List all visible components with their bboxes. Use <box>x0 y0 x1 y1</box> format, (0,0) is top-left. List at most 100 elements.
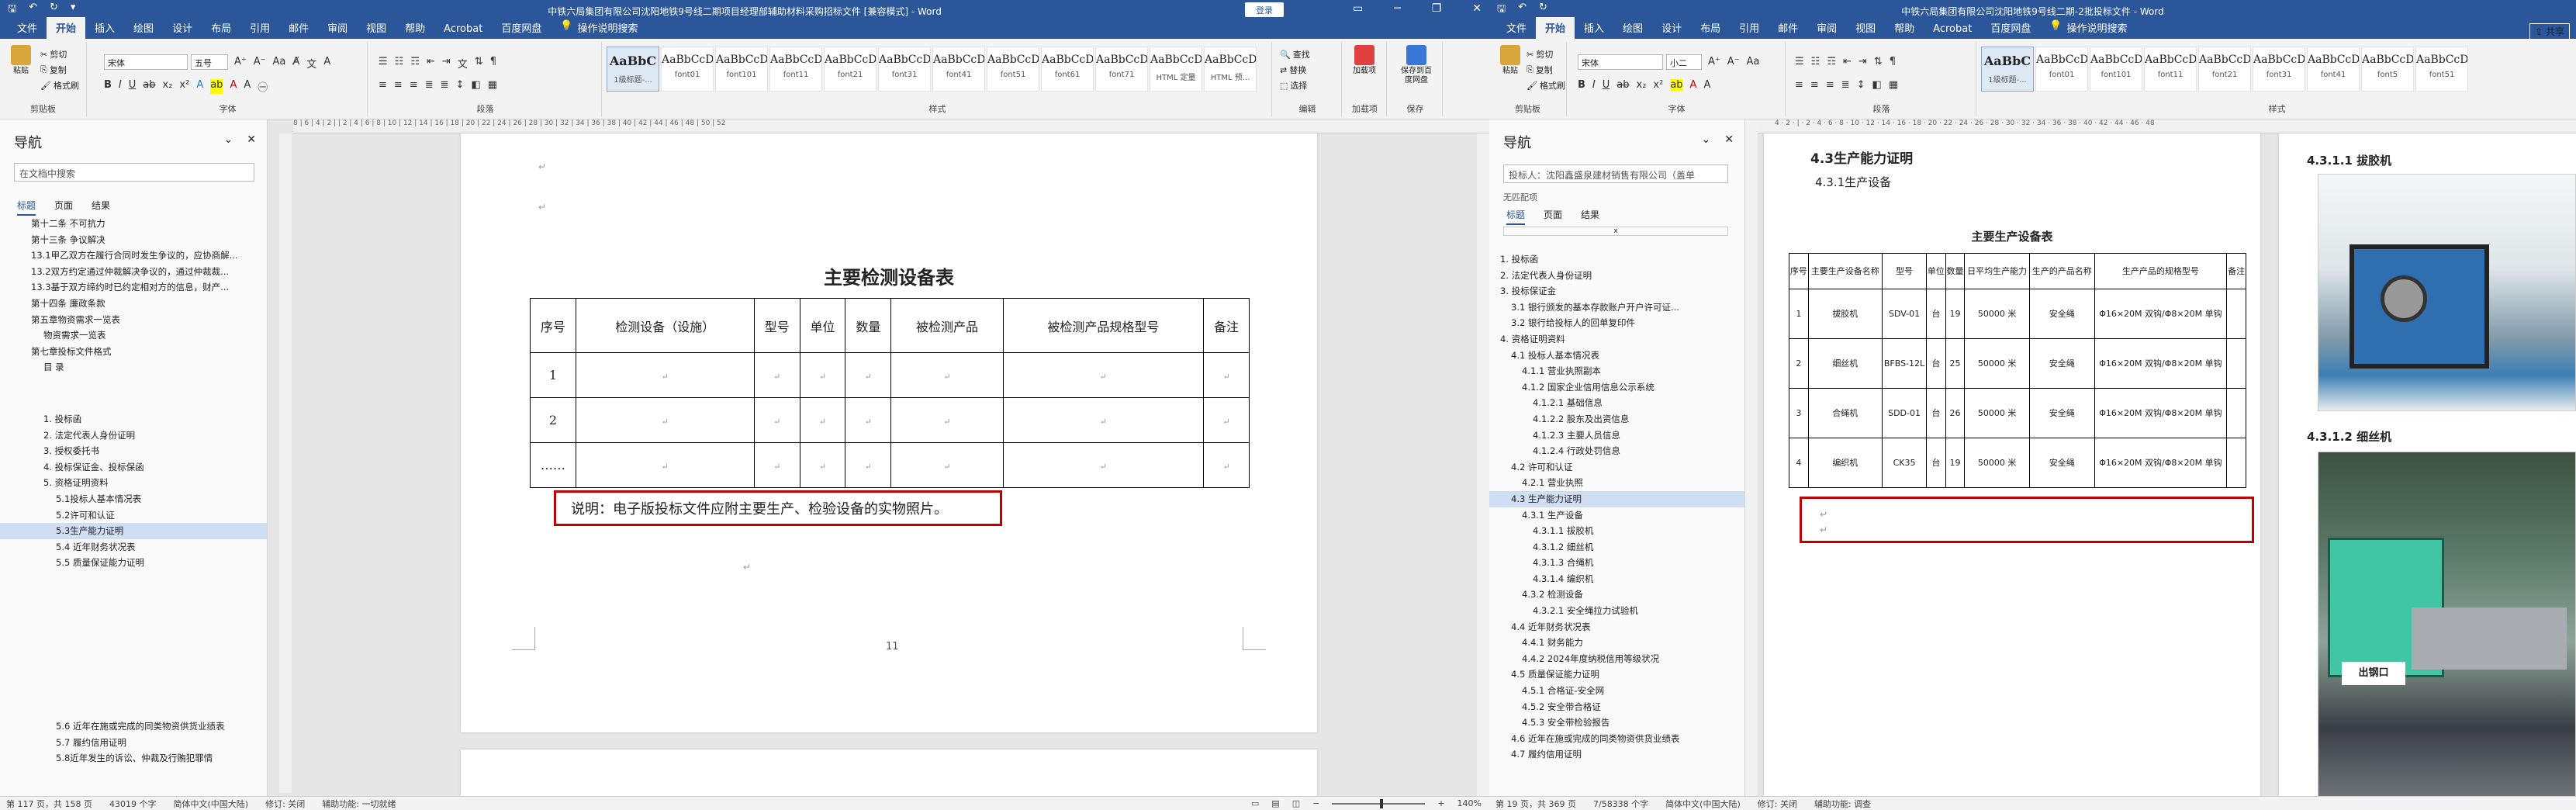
style-6[interactable]: AaBbCcDd font41 <box>932 47 985 92</box>
font-color-icon[interactable]: A <box>230 79 237 94</box>
nav-item[interactable]: 4.3.1.4 编织机 <box>1489 571 1744 587</box>
table-cell[interactable]: BFBS-12L <box>1881 338 1928 389</box>
shrink-font-icon[interactable]: A⁻ <box>1727 56 1740 68</box>
revision-status[interactable]: 修订: 关闭 <box>265 798 305 810</box>
zoom-thumb[interactable] <box>1380 798 1384 808</box>
table-cell-note[interactable] <box>2226 438 2246 488</box>
chinese-layout-icon[interactable]: 文 <box>458 56 468 71</box>
table-cell[interactable]: ↵ <box>890 442 1004 488</box>
nav-search-input[interactable]: 在文档中搜索 <box>14 163 254 182</box>
increase-indent-icon[interactable]: ⇥ <box>1859 56 1867 68</box>
table-cell-note[interactable] <box>2226 338 2246 389</box>
page-count[interactable]: 第 117 页，共 158 页 <box>6 798 92 810</box>
tab-1[interactable]: 开始 <box>47 17 86 39</box>
bullets-icon[interactable]: ☰ <box>379 56 388 71</box>
tab-6[interactable]: 引用 <box>240 17 279 39</box>
nav-item[interactable]: 5.5 质量保证能力证明 <box>0 555 267 571</box>
row-number[interactable]: 1 <box>530 352 576 398</box>
nav-item[interactable]: 4.1.2.1 基础信息 <box>1489 395 1744 411</box>
tab-0[interactable]: 文件 <box>1497 17 1536 39</box>
line-spacing-icon[interactable]: ↕ <box>456 79 465 91</box>
nav-item[interactable]: 5.3生产能力证明 <box>0 523 267 539</box>
style-0[interactable]: AaBbC 1级标题-... <box>1981 47 2034 92</box>
collapse-bar[interactable]: x <box>1503 227 1728 236</box>
subscript-icon[interactable]: x₂ <box>163 79 173 94</box>
font-name-dropdown[interactable]: 宋体 <box>1578 54 1663 70</box>
table-cell[interactable]: ↵ <box>845 352 892 398</box>
table-cell[interactable]: 台 <box>1926 289 1946 339</box>
nav-item[interactable]: 2. 法定代表人身份证明 <box>1489 268 1744 284</box>
nav-item[interactable]: 4.1.1 营业执照副本 <box>1489 363 1744 379</box>
table-cell[interactable]: 安全绳 <box>2028 438 2095 488</box>
close-icon[interactable]: ✕ <box>1724 133 1734 146</box>
tab-8[interactable]: 审阅 <box>318 17 357 39</box>
find-button[interactable]: 🔍 查找 <box>1280 48 1310 61</box>
nav-item[interactable]: 5.4 近年财务状况表 <box>0 539 267 556</box>
row-number[interactable]: …… <box>530 442 576 488</box>
nav-item[interactable]: 3. 授权委托书 <box>0 443 267 459</box>
nav-item[interactable]: 4.6 近年在施或完成的同类物资供货业绩表 <box>1489 731 1744 747</box>
format-painter-button[interactable]: 🖌 格式刷 <box>40 79 79 92</box>
tab-0[interactable]: 文件 <box>8 17 47 39</box>
redo-icon[interactable]: ↻ <box>50 2 58 19</box>
underline-icon[interactable]: U <box>1603 79 1610 91</box>
nav-tab-0[interactable]: 标题 <box>17 199 36 216</box>
table-cell[interactable]: ↵ <box>1203 352 1250 398</box>
select-button[interactable]: ⬚ 选择 <box>1280 79 1307 92</box>
close-icon[interactable]: ✕ <box>1472 2 1482 15</box>
style-2[interactable]: AaBbCcDd font101 <box>715 47 768 92</box>
table-cell[interactable]: ↵ <box>1002 352 1205 398</box>
decrease-indent-icon[interactable]: ⇤ <box>1843 56 1852 68</box>
zoom-slider[interactable] <box>1332 798 1426 808</box>
nav-item[interactable]: 5.6 近年在施或完成的同类物资供货业绩表 <box>0 718 267 735</box>
tab-3[interactable]: 绘图 <box>1613 17 1652 39</box>
justify-icon[interactable]: ≣ <box>1841 79 1850 91</box>
style-9[interactable]: AaBbCcDd font71 <box>1095 47 1148 92</box>
style-1[interactable]: AaBbCcDd font01 <box>661 47 714 92</box>
tab-11[interactable]: Acrobat <box>434 20 492 39</box>
table-cell[interactable]: ↵ <box>753 352 800 398</box>
nav-item[interactable]: 4.4.2 2024年度纳税信用等级状况 <box>1489 651 1744 667</box>
zoom-out-icon[interactable]: − <box>1312 798 1319 808</box>
table-cell[interactable]: 拔胶机 <box>1807 289 1883 339</box>
tab-12[interactable]: 百度网盘 <box>492 17 551 39</box>
language-status[interactable]: 简体中文(中国大陆) <box>1665 798 1741 810</box>
table-cell[interactable]: ↵ <box>845 397 892 443</box>
table-cell[interactable]: 安全绳 <box>2028 289 2095 339</box>
numbering-icon[interactable]: ☷ <box>1811 56 1820 68</box>
table-cell[interactable]: 台 <box>1926 438 1946 488</box>
nav-item[interactable]: 3.1 银行颁发的基本存款账户开户许可证... <box>1489 299 1744 316</box>
save-icon[interactable]: 🖫 <box>1497 2 1506 19</box>
nav-item[interactable]: 4.3.2 检测设备 <box>1489 587 1744 603</box>
text-effects-icon[interactable]: A <box>196 79 203 94</box>
style-0[interactable]: AaBbC 1级标题-... <box>607 47 659 92</box>
restore-icon[interactable]: ❐ <box>1432 2 1442 15</box>
table-cell[interactable]: ↵ <box>890 397 1004 443</box>
nav-search-input[interactable]: 投标人：沈阳鑫盛泉建材销售有限公司（盖单 <box>1503 164 1728 183</box>
nav-item[interactable]: 4.1 投标人基本情况表 <box>1489 348 1744 364</box>
table-cell[interactable]: ↵ <box>1203 397 1250 443</box>
table-cell[interactable]: ↵ <box>799 442 846 488</box>
table-cell[interactable]: 19 <box>1945 438 1966 488</box>
style-4[interactable]: AaBbCcDd font21 <box>824 47 877 92</box>
table-cell[interactable]: CK35 <box>1881 438 1928 488</box>
char-shading-icon[interactable]: A <box>1703 79 1710 91</box>
strikethrough-icon[interactable]: ab <box>143 79 155 94</box>
bold-icon[interactable]: B <box>104 79 112 94</box>
nav-item[interactable]: 4. 投标保证金、投标保函 <box>0 459 267 476</box>
nav-item[interactable]: 第十四条 廉政条款 <box>0 296 267 312</box>
table-cell[interactable]: 安全绳 <box>2028 388 2095 438</box>
tab-6[interactable]: 引用 <box>1730 17 1769 39</box>
accessibility-status[interactable]: 辅助功能: 一切就绪 <box>322 798 396 810</box>
tab-2[interactable]: 插入 <box>85 17 124 39</box>
nav-item[interactable]: 13.2双方约定通过仲裁解决争议的，通过仲裁裁... <box>0 264 267 280</box>
justify-icon[interactable]: ≣ <box>425 79 434 91</box>
align-center-icon[interactable]: ≡ <box>394 79 403 91</box>
tab-10[interactable]: 帮助 <box>1885 17 1924 39</box>
style-7[interactable]: AaBbCcDc font51 <box>987 47 1039 92</box>
close-icon[interactable]: ✕ <box>247 133 256 146</box>
nav-item[interactable]: 5.7 履约信用证明 <box>0 735 267 751</box>
paste-button[interactable]: 粘贴 <box>8 45 34 76</box>
vertical-scrollbar[interactable] <box>1477 133 1489 796</box>
char-shading-icon[interactable]: A <box>244 79 251 94</box>
